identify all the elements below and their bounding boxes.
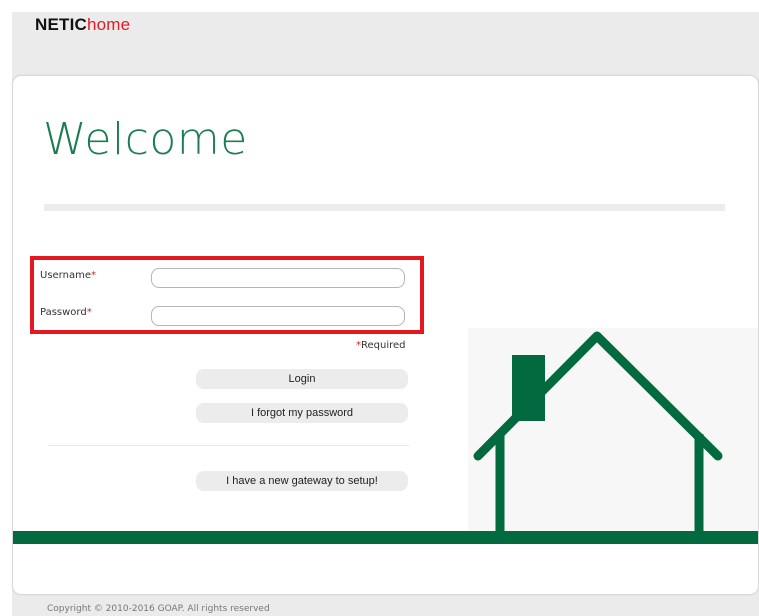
new-gateway-setup-button[interactable]: I have a new gateway to setup! <box>196 471 408 491</box>
required-note-text: Required <box>361 340 406 351</box>
copyright-text: Copyright © 2010-2016 GOAP. All rights r… <box>47 604 270 614</box>
button-divider <box>48 445 409 446</box>
footer-band-overlay <box>13 531 758 544</box>
forgot-password-button[interactable]: I forgot my password <box>196 403 408 423</box>
required-asterisk: * <box>86 307 92 318</box>
house-illustration <box>468 328 758 544</box>
page-title: Welcome <box>43 114 248 165</box>
password-label: Password* <box>40 307 92 318</box>
password-input[interactable] <box>151 306 405 326</box>
login-card: Welcome Username* Password* *Required Lo… <box>13 76 758 594</box>
brand-logo-netic: NETIC <box>35 15 87 34</box>
username-input[interactable] <box>151 268 405 288</box>
left-wall-fill-2 <box>504 531 509 544</box>
house-icon <box>473 331 723 538</box>
brand-logo-home: home <box>87 15 131 34</box>
brand-logo: NETIChome <box>35 15 130 35</box>
footer-band-gaps <box>495 531 509 544</box>
left-wall-fill <box>495 531 504 544</box>
password-label-text: Password <box>40 307 87 318</box>
required-note: *Required <box>356 340 406 351</box>
username-label-text: Username <box>40 270 91 281</box>
title-divider <box>44 204 725 211</box>
username-label: Username* <box>40 270 96 281</box>
required-asterisk: * <box>90 270 96 281</box>
login-button[interactable]: Login <box>196 369 408 389</box>
